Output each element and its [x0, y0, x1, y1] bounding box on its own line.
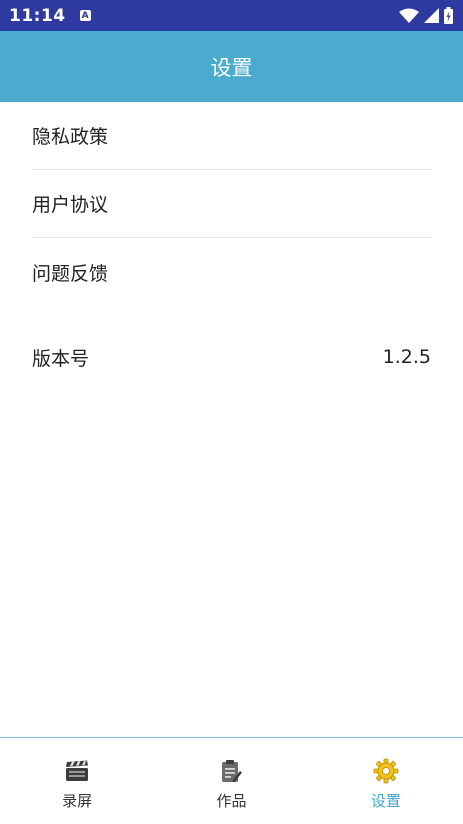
menu-item-privacy-policy[interactable]: 隐私政策: [32, 102, 431, 170]
tab-settings[interactable]: 设置: [309, 738, 463, 824]
version-value: 1.2.5: [382, 346, 431, 368]
tab-label: 设置: [370, 792, 401, 810]
settings-menu: 隐私政策 用户协议 问题反馈: [32, 102, 431, 306]
page-title: 设置: [210, 55, 253, 80]
clapperboard-icon: [64, 758, 90, 784]
a-icon: A: [79, 10, 91, 21]
tab-works[interactable]: 作品: [154, 738, 308, 824]
signal-icon: [424, 8, 439, 23]
status-right: [399, 7, 453, 24]
gear-icon: [373, 758, 399, 784]
version-label: 版本号: [32, 347, 90, 370]
status-bar: 11:14 A: [0, 0, 463, 31]
status-time: 11:14: [9, 5, 66, 26]
menu-item-label: 隐私政策: [32, 126, 109, 148]
tab-label: 作品: [216, 792, 247, 810]
bottom-tab-bar: 录屏 作品 设置: [0, 737, 463, 824]
menu-item-user-agreement[interactable]: 用户协议: [32, 170, 431, 238]
tab-record[interactable]: 录屏: [0, 738, 154, 824]
battery-icon: [444, 7, 453, 24]
wifi-icon: [399, 8, 419, 23]
tab-label: 录屏: [62, 792, 93, 810]
app-header: 设置: [0, 31, 463, 102]
menu-item-feedback[interactable]: 问题反馈: [32, 238, 431, 306]
clipboard-edit-icon: [218, 758, 244, 784]
menu-item-label: 用户协议: [32, 194, 109, 216]
version-row: 版本号 1.2.5: [32, 324, 431, 390]
menu-item-label: 问题反馈: [32, 262, 109, 285]
status-left: 11:14 A: [9, 6, 91, 26]
